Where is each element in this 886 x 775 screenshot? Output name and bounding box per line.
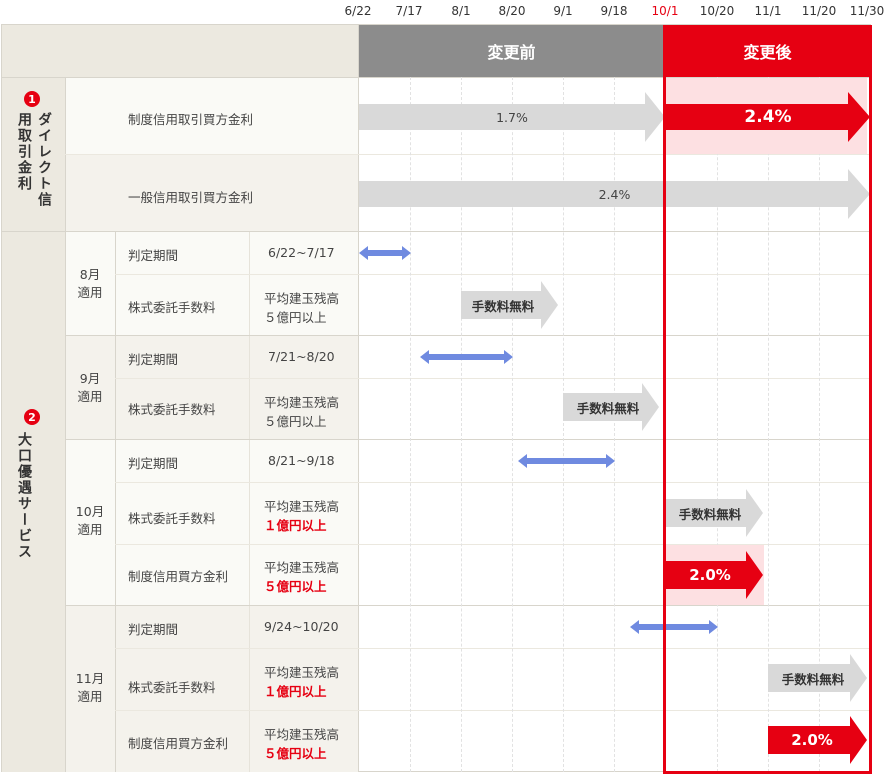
rate-label: 制度信用買方金利 xyxy=(128,569,229,584)
section1-badge: 1 xyxy=(24,91,40,107)
month-label: 9月 適用 xyxy=(77,371,103,404)
fee-label: 株式委託手数料 xyxy=(128,402,216,417)
fee-cond-1: 平均建玉残高 xyxy=(264,395,340,410)
fee-cond-2: １億円以上 xyxy=(264,518,327,533)
rate-before-value: 1.7% xyxy=(496,109,528,125)
rate-cond-1: 平均建玉残高 xyxy=(264,560,340,575)
date-tick: 11/30 xyxy=(849,4,885,18)
fee-cond-1: 平均建玉残高 xyxy=(264,291,340,306)
month-label: 10月 適用 xyxy=(75,504,105,537)
period-label: 判定期間 xyxy=(128,352,179,367)
section2-badge: 2 xyxy=(24,409,40,425)
rate-cond-1: 平均建玉残高 xyxy=(264,727,340,742)
section1-title: ダイレクト信用取引金利 xyxy=(16,112,52,208)
header-before: 変更前 xyxy=(359,25,664,77)
date-tick: 8/20 xyxy=(498,4,526,18)
date-tick: 9/18 xyxy=(600,4,628,18)
rate-label: 制度信用買方金利 xyxy=(128,736,229,751)
period-double-arrow xyxy=(420,350,513,364)
rate-cond-2: ５億円以上 xyxy=(264,579,327,594)
date-tick: 7/17 xyxy=(395,4,423,18)
fee-label: 株式委託手数料 xyxy=(128,300,216,315)
period-value: 8/21~9/18 xyxy=(268,453,335,468)
month-label: 11月 適用 xyxy=(75,671,105,704)
date-tick: 6/22 xyxy=(344,4,372,18)
date-tick-highlight: 10/1 xyxy=(651,4,679,18)
date-tick: 11/1 xyxy=(754,4,782,18)
period-label: 判定期間 xyxy=(128,248,179,263)
period-double-arrow xyxy=(518,454,615,468)
fee-label: 株式委託手数料 xyxy=(128,680,216,695)
date-tick: 10/20 xyxy=(699,4,735,18)
fee-cond-2: １億円以上 xyxy=(264,684,327,699)
month-label: 8月 適用 xyxy=(77,267,103,300)
after-column-outline xyxy=(663,25,872,774)
fee-label: 株式委託手数料 xyxy=(128,511,216,526)
rate-cond-2: ５億円以上 xyxy=(264,746,327,761)
period-value: 7/21~8/20 xyxy=(268,349,335,364)
vline xyxy=(65,77,66,772)
fee-cond-1: 平均建玉残高 xyxy=(264,499,340,514)
section1-row1-label: 制度信用取引買方金利 xyxy=(128,112,254,127)
period-value: 9/24~10/20 xyxy=(264,619,339,634)
period-label: 判定期間 xyxy=(128,622,179,637)
date-tick: 11/20 xyxy=(801,4,837,18)
fee-free-label: 手数料無料 xyxy=(576,400,640,416)
period-double-arrow xyxy=(359,246,411,260)
header-left-cell xyxy=(2,25,359,77)
date-tick: 9/1 xyxy=(553,4,573,18)
fee-cond-1: 平均建玉残高 xyxy=(264,665,340,680)
vline xyxy=(115,231,116,772)
period-value: 6/22~7/17 xyxy=(268,245,335,260)
fee-cond-2: ５億円以上 xyxy=(264,414,327,429)
section1-row2-label: 一般信用取引買方金利 xyxy=(128,190,254,205)
fee-free-label: 手数料無料 xyxy=(471,298,535,314)
date-tick: 8/1 xyxy=(451,4,471,18)
fee-cond-2: ５億円以上 xyxy=(264,310,327,325)
section2-title: 大口優遇サービス xyxy=(16,432,32,560)
period-label: 判定期間 xyxy=(128,456,179,471)
vline xyxy=(249,231,250,772)
